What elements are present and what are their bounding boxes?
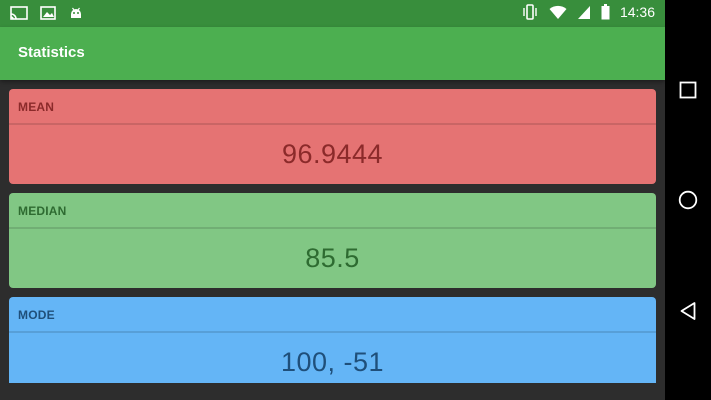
recents-icon (679, 81, 697, 99)
status-bar: 14:36 (0, 0, 665, 27)
mean-card: MEAN 96.9444 (9, 89, 656, 184)
card-label: MEDIAN (18, 204, 67, 218)
battery-icon (601, 4, 610, 20)
image-icon (40, 6, 56, 20)
mode-value: 100, -51 (280, 347, 385, 377)
android-icon (68, 5, 84, 21)
card-header: MEAN (9, 89, 656, 123)
status-time: 14:36 (619, 4, 655, 20)
card-divider (9, 123, 656, 125)
card-label: MEAN (18, 100, 55, 114)
cast-icon (10, 6, 28, 20)
app-toolbar: Statistics (0, 27, 665, 80)
card-header: MEDIAN (9, 193, 656, 227)
card-label: MODE (18, 308, 55, 322)
app-screen: 14:36 Statistics MEAN 96.9444 MEDIAN 85.… (0, 0, 665, 400)
vibrate-icon (521, 4, 539, 20)
back-icon (680, 302, 696, 320)
recents-button[interactable] (665, 67, 711, 113)
card-header: MODE (9, 297, 656, 331)
toolbar-title: Statistics (18, 44, 85, 61)
mode-card: MODE 100, -51 (9, 297, 656, 383)
card-divider (9, 331, 656, 333)
home-button[interactable] (665, 177, 711, 223)
card-divider (9, 227, 656, 229)
wifi-icon (549, 5, 567, 20)
mean-value: 96.9444 (281, 139, 384, 169)
back-button[interactable] (665, 288, 711, 334)
median-card: MEDIAN 85.5 (9, 193, 656, 288)
home-icon (678, 190, 698, 210)
median-value: 85.5 (305, 243, 360, 273)
navigation-bar (665, 0, 711, 400)
signal-icon (577, 5, 591, 20)
